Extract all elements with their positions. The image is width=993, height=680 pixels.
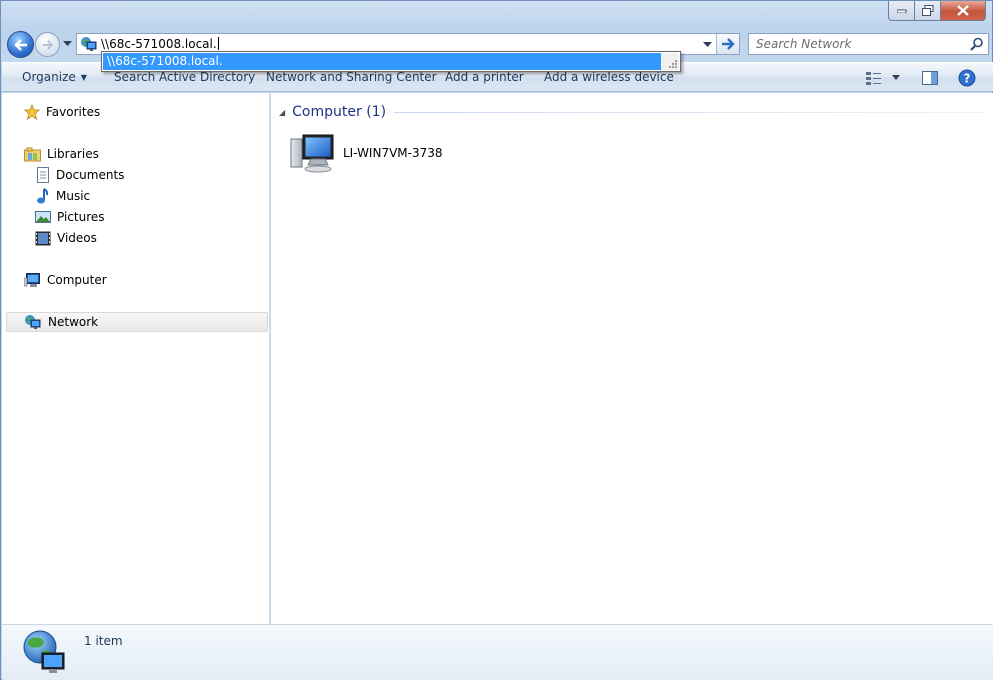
go-button[interactable] xyxy=(716,34,739,54)
preview-pane-button[interactable] xyxy=(922,67,938,89)
content-pane: ◢ Computer (1) LI-WIN7VM-3738 xyxy=(271,93,993,624)
chevron-down-icon xyxy=(62,41,72,46)
minimize-button[interactable] xyxy=(888,1,915,21)
address-history-dropdown[interactable] xyxy=(699,34,715,54)
sidebar-item-favorites[interactable]: Favorites xyxy=(24,102,100,122)
help-icon: ? xyxy=(958,69,976,87)
sidebar-item-label: Documents xyxy=(56,168,125,182)
change-view-button[interactable] xyxy=(866,67,901,89)
chevron-down-icon: ▼ xyxy=(80,73,87,82)
sidebar-item-label: Computer xyxy=(47,273,107,287)
close-icon xyxy=(957,5,969,16)
sidebar-item-label: Videos xyxy=(57,231,97,245)
chevron-down-icon xyxy=(892,75,900,80)
pictures-icon xyxy=(35,211,51,223)
restore-icon xyxy=(921,5,933,16)
star-icon xyxy=(24,104,40,120)
view-options-icon xyxy=(866,72,881,85)
resize-grip-icon[interactable] xyxy=(661,53,679,70)
item-name: LI-WIN7VM-3738 xyxy=(343,146,443,160)
sidebar-item-computer[interactable]: Computer xyxy=(24,270,107,290)
group-header[interactable]: ◢ Computer (1) xyxy=(279,103,983,121)
computer-icon xyxy=(290,134,334,173)
sidebar-item-network[interactable]: Network xyxy=(6,312,268,332)
organize-menu[interactable]: Organize ▼ xyxy=(22,70,87,84)
libraries-icon xyxy=(24,147,41,161)
network-icon xyxy=(81,37,97,51)
search-active-directory-button[interactable]: Search Active Directory xyxy=(114,70,255,84)
add-printer-button[interactable]: Add a printer xyxy=(445,70,524,84)
go-arrow-icon xyxy=(722,38,735,50)
sidebar-item-music[interactable]: Music xyxy=(35,186,90,206)
help-button[interactable]: ? xyxy=(958,67,976,89)
forward-arrow-icon xyxy=(42,39,53,50)
sidebar-item-libraries[interactable]: Libraries xyxy=(24,144,99,164)
music-icon xyxy=(37,188,49,204)
minimize-icon xyxy=(896,9,906,13)
search-box[interactable]: Search Network xyxy=(748,33,989,55)
search-icon[interactable] xyxy=(970,37,984,51)
recent-pages-dropdown[interactable] xyxy=(62,39,72,49)
computer-icon xyxy=(24,273,40,287)
sidebar-item-videos[interactable]: Videos xyxy=(35,228,97,248)
network-sharing-center-button[interactable]: Network and Sharing Center xyxy=(266,70,437,84)
videos-icon xyxy=(35,231,51,245)
navigation-pane: Favorites Libraries Documents Music Pict… xyxy=(2,93,270,624)
back-arrow-icon xyxy=(13,38,27,51)
sidebar-item-label: Pictures xyxy=(57,210,105,224)
add-wireless-device-button[interactable]: Add a wireless device xyxy=(544,70,674,84)
chevron-down-icon xyxy=(702,41,712,47)
explorer-window: \\68c-571008.local. Search Network Organ… xyxy=(0,0,993,680)
item-count: 1 item xyxy=(84,634,123,648)
sidebar-item-pictures[interactable]: Pictures xyxy=(35,207,105,227)
sidebar-item-label: Music xyxy=(56,189,91,203)
details-pane: 1 item xyxy=(2,624,993,680)
documents-icon xyxy=(37,167,49,183)
sidebar-item-label: Favorites xyxy=(46,105,101,119)
back-button[interactable] xyxy=(7,31,34,58)
window-controls xyxy=(888,1,986,21)
address-input[interactable]: \\68c-571008.local. xyxy=(101,37,219,51)
network-icon xyxy=(25,315,41,329)
svg-text:?: ? xyxy=(964,72,971,86)
sidebar-item-documents[interactable]: Documents xyxy=(35,165,124,185)
forward-button[interactable] xyxy=(35,32,60,57)
search-placeholder: Search Network xyxy=(756,37,852,51)
sidebar-item-label: Libraries xyxy=(47,147,99,161)
autocomplete-suggestion[interactable]: \\68c-571008.local. xyxy=(103,53,661,70)
group-title: Computer (1) xyxy=(292,104,387,120)
sidebar-item-label: Network xyxy=(48,315,99,329)
maximize-button[interactable] xyxy=(915,1,941,21)
address-autocomplete: \\68c-571008.local. xyxy=(101,51,681,72)
close-button[interactable] xyxy=(941,1,986,21)
group-divider xyxy=(394,111,983,113)
network-globe-icon xyxy=(23,630,65,673)
collapse-triangle-icon[interactable]: ◢ xyxy=(279,108,285,117)
preview-pane-icon xyxy=(922,71,938,85)
list-item[interactable]: LI-WIN7VM-3738 xyxy=(289,131,443,175)
